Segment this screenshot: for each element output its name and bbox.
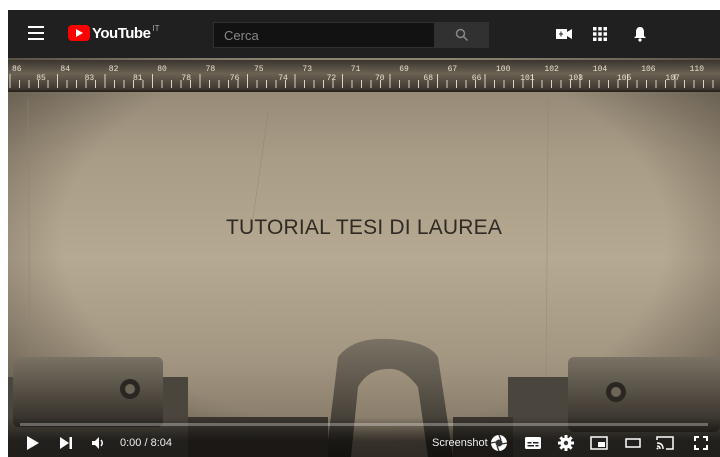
create-video-button[interactable] (553, 24, 575, 44)
next-button[interactable] (56, 433, 76, 453)
video-title-overlay: TUTORIAL TESI DI LAUREA (225, 216, 503, 239)
apps-grid-icon (593, 27, 607, 41)
progress-bar[interactable] (20, 423, 708, 426)
settings-button[interactable] (555, 433, 577, 453)
screenshot-button[interactable] (488, 433, 510, 453)
logo-text: YouTube (92, 25, 151, 42)
theater-mode-button[interactable] (622, 433, 644, 453)
country-code: IT (152, 24, 160, 33)
gear-icon (558, 435, 574, 451)
notifications-button[interactable] (629, 24, 651, 44)
youtube-logo[interactable]: YouTube IT (68, 24, 160, 43)
video-camera-plus-icon (556, 29, 572, 39)
masthead: YouTube IT (8, 10, 720, 58)
youtube-page: YouTube IT Cerca 86 85 84 83 82 81 80 78… (8, 10, 720, 457)
search-input[interactable] (214, 23, 434, 47)
next-icon (60, 437, 72, 449)
cast-button[interactable] (654, 433, 676, 453)
play-button[interactable] (22, 433, 44, 453)
youtube-play-logo-icon (68, 25, 90, 41)
search-icon (455, 28, 469, 42)
hamburger-icon[interactable] (28, 26, 44, 40)
screenshot-label: Screenshot (432, 437, 488, 449)
bell-icon (634, 27, 646, 42)
volume-icon (92, 437, 103, 449)
theater-icon (625, 438, 641, 448)
video-player[interactable]: 86 85 84 83 82 81 80 78 78 76 75 74 73 72 71 70 69 68 67 66… (8, 58, 720, 457)
camera-shutter-icon (490, 434, 508, 452)
subtitles-icon (525, 437, 541, 449)
play-icon (27, 436, 39, 450)
search-button[interactable] (435, 22, 489, 48)
subtitles-button[interactable] (522, 433, 544, 453)
player-controls: 0:00 / 8:04 Screenshot (8, 417, 720, 457)
miniplayer-icon (590, 436, 608, 450)
time-display: 0:00 / 8:04 (120, 437, 172, 449)
mute-button[interactable] (88, 433, 110, 453)
fullscreen-icon (694, 436, 708, 450)
search-box (213, 22, 435, 48)
miniplayer-button[interactable] (588, 433, 610, 453)
fullscreen-button[interactable] (690, 433, 712, 453)
cast-icon (656, 436, 674, 450)
apps-button[interactable] (589, 24, 611, 44)
